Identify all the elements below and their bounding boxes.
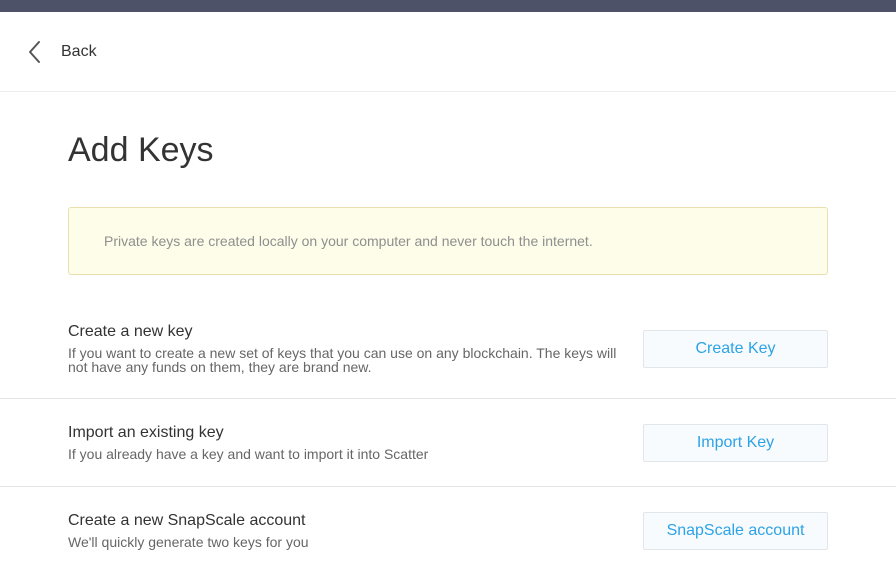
import-key-button[interactable]: Import Key	[643, 424, 828, 462]
option-create-key: Create a new key If you want to create a…	[0, 300, 896, 399]
create-key-button[interactable]: Create Key	[643, 330, 828, 368]
navigation-bar: Back	[0, 12, 896, 92]
option-description: If you want to create a new set of keys …	[68, 345, 617, 375]
notice-text: Private keys are created locally on your…	[104, 233, 593, 249]
option-title: Create a new SnapScale account	[68, 512, 306, 529]
option-description: We'll quickly generate two keys for you	[68, 534, 309, 550]
option-snapscale-account: Create a new SnapScale account We'll qui…	[0, 487, 896, 577]
snapscale-account-button[interactable]: SnapScale account	[643, 512, 828, 550]
option-import-key: Import an existing key If you already ha…	[0, 399, 896, 487]
option-description: If you already have a key and want to im…	[68, 446, 429, 462]
option-title: Create a new key	[68, 323, 193, 340]
back-button[interactable]: Back	[26, 38, 97, 66]
window-top-bar	[0, 0, 896, 12]
security-notice: Private keys are created locally on your…	[68, 207, 828, 275]
chevron-left-icon	[26, 40, 44, 64]
page-title: Add Keys	[68, 131, 214, 169]
back-label: Back	[61, 43, 97, 60]
option-title: Import an existing key	[68, 424, 224, 441]
